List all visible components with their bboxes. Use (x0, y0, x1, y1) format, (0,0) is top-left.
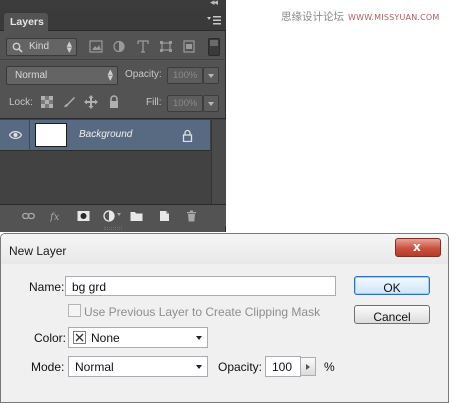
ok-button[interactable]: OK (354, 276, 430, 295)
layer-visibility-toggle[interactable] (0, 120, 30, 151)
trash-icon[interactable] (185, 210, 198, 222)
mode-select[interactable]: Normal (68, 356, 208, 377)
lock-transparent-pixels-icon[interactable] (40, 95, 54, 109)
tab-layers[interactable]: Layers (4, 13, 48, 31)
blend-mode-value: Normal (15, 70, 48, 81)
folder-icon[interactable] (130, 210, 143, 222)
watermark-text: 思缘设计论坛 (281, 11, 344, 23)
dialog-opacity-input[interactable]: 100 (265, 356, 301, 377)
opacity-field[interactable]: 100% (167, 67, 203, 84)
chevron-down-icon (117, 213, 121, 216)
name-input-value: bg grd (72, 280, 107, 294)
clipping-mask-label: Use Previous Layer to Create Clipping Ma… (84, 305, 321, 319)
layer-lock-icon (182, 129, 193, 142)
chevron-down-icon (196, 365, 202, 369)
link-icon[interactable] (22, 210, 35, 222)
blend-mode-select[interactable]: Normal ▲ ▼ (6, 66, 118, 85)
layer-thumbnail (35, 123, 67, 147)
layers-panel: ◂◂ Layers Kind ▲ ▼ Normal ▲ ▼ Opacity: 1… (0, 0, 226, 232)
lock-label: Lock: (9, 97, 33, 108)
layers-scrollbar[interactable] (211, 120, 226, 205)
opacity-value: 100% (173, 70, 198, 81)
name-input[interactable]: bg grd (65, 276, 336, 296)
fill-label: Fill: (146, 97, 162, 108)
tab-layers-label: Layers (10, 16, 44, 28)
lock-image-pixels-icon[interactable] (62, 95, 76, 109)
collapse-panel-icon[interactable]: ◂◂ (210, 0, 218, 8)
color-select-value: None (91, 331, 120, 345)
fill-field[interactable]: 100% (167, 95, 203, 112)
panel-tabbar: Layers (0, 9, 226, 31)
dialog-titlebar[interactable]: New Layer x (1, 234, 448, 264)
fill-value: 100% (173, 98, 198, 109)
adjustment-filter-icon[interactable] (112, 40, 126, 53)
dialog-opacity-label: Opacity: (218, 360, 263, 374)
color-label: Color: (34, 331, 67, 345)
dialog-title: New Layer (9, 244, 67, 258)
shape-filter-icon[interactable] (159, 40, 173, 53)
dialog-opacity-value: 100 (272, 360, 293, 374)
panel-menu-icon[interactable] (207, 15, 221, 25)
panel-topbar: ◂◂ (0, 0, 226, 9)
color-select[interactable]: None (68, 327, 208, 348)
svg-text:fx: fx (50, 212, 60, 222)
opacity-unit: % (324, 360, 335, 374)
close-button[interactable]: x (395, 238, 441, 257)
pixel-filter-icon[interactable] (89, 40, 103, 53)
eye-icon (9, 131, 22, 139)
opacity-slider-button[interactable] (301, 357, 316, 376)
mask-icon[interactable] (77, 210, 90, 222)
lock-position-icon[interactable] (84, 95, 98, 109)
kind-filter-label: Kind (29, 41, 50, 52)
fx-icon[interactable]: fx (50, 210, 63, 222)
layer-name: Background (79, 129, 133, 140)
watermark-url: WWW.MISSYUAN.COM (348, 13, 440, 22)
close-icon: x (413, 240, 421, 254)
search-icon (12, 42, 23, 53)
chevron-down-icon (208, 74, 214, 78)
chevron-down-icon (196, 336, 202, 340)
kind-filter-select[interactable]: Kind ▲ ▼ (6, 38, 77, 56)
no-color-swatch-icon (73, 331, 86, 344)
mode-label: Mode: (31, 360, 65, 374)
chevron-down-icon (208, 102, 214, 106)
opacity-label: Opacity: (125, 69, 162, 80)
chevron-right-icon (306, 364, 310, 370)
layers-list: Background (0, 118, 226, 205)
up-down-arrows-icon: ▲ ▼ (66, 40, 72, 54)
new-layer-icon[interactable] (158, 210, 171, 222)
fill-dropdown-button[interactable] (203, 95, 219, 112)
smart-object-filter-icon[interactable] (182, 40, 196, 53)
clipping-mask-checkbox[interactable] (68, 304, 81, 317)
type-filter-icon[interactable] (136, 40, 150, 53)
watermark: 思缘设计论坛 WWW.MISSYUAN.COM (281, 9, 440, 24)
filter-toggle-switch[interactable] (208, 38, 220, 56)
dialog-body: Name: bg grd Use Previous Layer to Creat… (7, 264, 442, 398)
mode-select-value: Normal (75, 360, 114, 374)
up-down-arrows-icon: ▲ ▼ (107, 68, 113, 82)
new-layer-dialog: New Layer x Name: bg grd Use Previous La… (0, 233, 449, 403)
name-label: Name: (29, 280, 65, 294)
layers-bottom-toolbar: fx (0, 204, 226, 226)
opacity-dropdown-button[interactable] (203, 67, 219, 84)
ok-button-label: OK (383, 281, 401, 295)
filter-row: Kind ▲ ▼ (0, 32, 226, 60)
panel-resize-grip[interactable] (104, 227, 122, 230)
cancel-button[interactable]: Cancel (354, 305, 430, 324)
lock-all-icon[interactable] (107, 95, 121, 109)
cancel-button-label: Cancel (373, 310, 411, 324)
adjustment-layer-icon[interactable] (103, 210, 116, 222)
filter-toggle-knob (210, 40, 218, 46)
layer-row-background[interactable]: Background (0, 120, 210, 151)
